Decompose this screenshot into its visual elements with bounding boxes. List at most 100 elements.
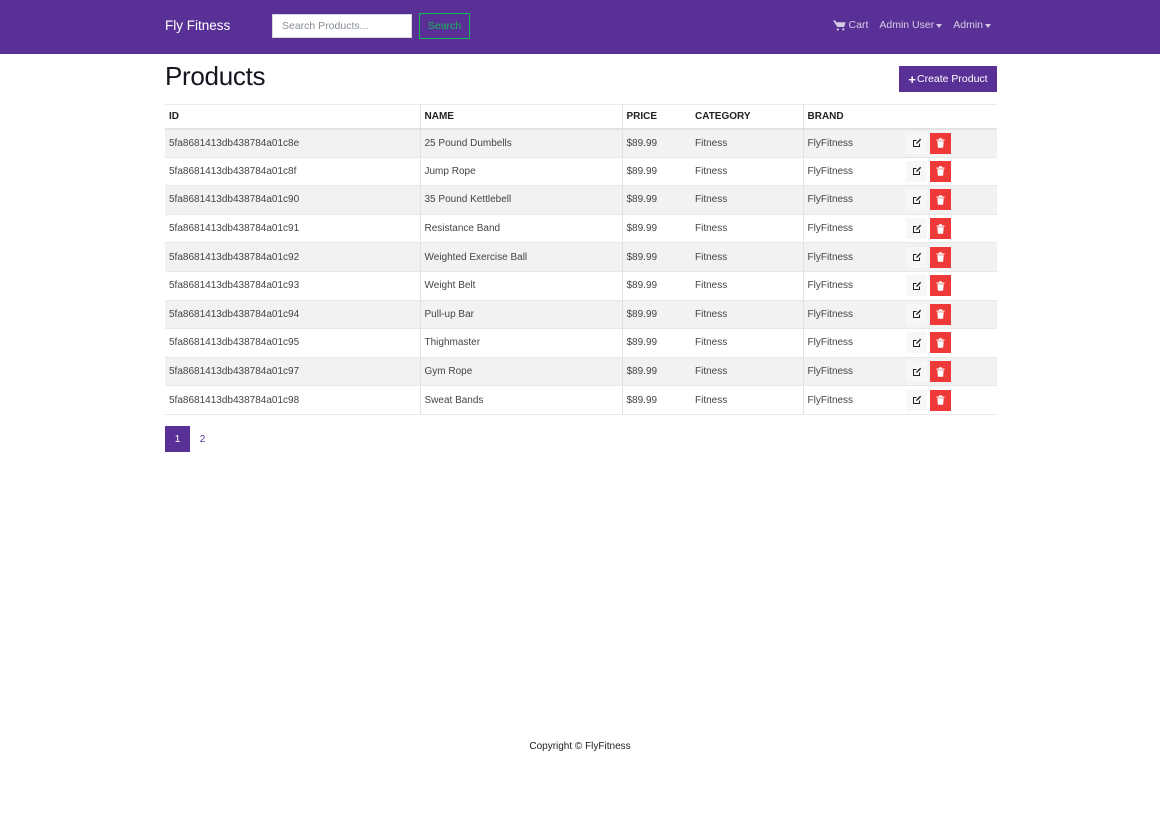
- edit-button[interactable]: [906, 246, 927, 268]
- delete-button[interactable]: [930, 132, 951, 154]
- delete-button[interactable]: [930, 361, 951, 383]
- user-dropdown-label: Admin User: [879, 19, 935, 31]
- cart-link[interactable]: Cart: [832, 19, 869, 31]
- cell-actions: [899, 242, 997, 272]
- edit-icon: [912, 281, 921, 290]
- cell-category: Fitness: [691, 385, 803, 415]
- row-actions: [903, 132, 993, 154]
- cell-name: Jump Rope: [419, 156, 622, 186]
- trash-icon: [936, 338, 945, 348]
- trash-icon: [936, 166, 945, 177]
- table-header-row: ID NAME PRICE CATEGORY BRAND: [165, 104, 997, 130]
- cell-category: Fitness: [691, 299, 803, 329]
- cell-actions: [899, 328, 997, 358]
- cell-name: Thighmaster: [419, 328, 622, 358]
- trash-icon: [936, 252, 945, 262]
- row-actions: [903, 361, 993, 383]
- edit-button[interactable]: [906, 218, 927, 240]
- page-link-1[interactable]: 1: [165, 426, 190, 452]
- nav-links: Cart Admin User Admin: [832, 19, 991, 31]
- cell-name: Sweat Bands: [419, 385, 622, 415]
- cell-brand: FlyFitness: [802, 128, 899, 158]
- cell-actions: [899, 185, 997, 215]
- cell-brand: FlyFitness: [802, 156, 899, 186]
- delete-button[interactable]: [930, 160, 951, 182]
- table-row: 5fa8681413db438784a01c90 35 Pound Kettle…: [165, 185, 997, 215]
- cell-brand: FlyFitness: [802, 242, 899, 272]
- edit-button[interactable]: [906, 132, 927, 154]
- cell-id: 5fa8681413db438784a01c97: [165, 356, 420, 386]
- edit-icon: [912, 338, 921, 347]
- cell-actions: [899, 299, 997, 329]
- delete-button[interactable]: [930, 275, 951, 297]
- edit-icon: [912, 310, 921, 319]
- column-header-price: PRICE: [621, 104, 691, 130]
- cell-id: 5fa8681413db438784a01c91: [165, 213, 420, 243]
- edit-button[interactable]: [906, 332, 927, 354]
- cell-actions: [899, 385, 997, 415]
- column-header-brand: BRAND: [802, 104, 899, 130]
- edit-button[interactable]: [906, 303, 927, 325]
- trash-icon: [936, 138, 945, 148]
- delete-button[interactable]: [930, 246, 951, 268]
- cell-price: $89.99: [621, 156, 691, 186]
- delete-button[interactable]: [930, 189, 951, 211]
- cell-actions: [899, 213, 997, 243]
- table-row: 5fa8681413db438784a01c8f Jump Rope $89.9…: [165, 156, 997, 186]
- shopping-cart-icon: [832, 20, 846, 30]
- edit-button[interactable]: [906, 275, 927, 297]
- admin-dropdown[interactable]: Admin: [953, 19, 991, 31]
- table-row: 5fa8681413db438784a01c94 Pull-up Bar $89…: [165, 299, 997, 329]
- edit-icon: [912, 252, 921, 262]
- page-link-2[interactable]: 2: [190, 426, 215, 452]
- cell-price: $89.99: [621, 242, 691, 272]
- cell-brand: FlyFitness: [802, 299, 899, 329]
- column-header-id: ID: [165, 104, 420, 130]
- row-actions: [903, 246, 993, 268]
- cell-category: Fitness: [691, 356, 803, 386]
- edit-button[interactable]: [906, 189, 927, 211]
- row-actions: [903, 389, 993, 411]
- user-dropdown[interactable]: Admin User: [879, 19, 943, 31]
- edit-button[interactable]: [906, 389, 927, 411]
- delete-button[interactable]: [930, 332, 951, 354]
- cell-actions: [899, 156, 997, 186]
- cell-name: Weighted Exercise Ball: [419, 242, 622, 272]
- page-title: Products: [165, 61, 266, 91]
- edit-icon: [912, 167, 921, 176]
- caret-down-icon: [936, 23, 943, 28]
- cell-id: 5fa8681413db438784a01c92: [165, 242, 420, 272]
- trash-icon: [936, 395, 945, 405]
- table-row: 5fa8681413db438784a01c92 Weighted Exerci…: [165, 242, 997, 272]
- row-actions: [903, 218, 993, 240]
- cart-label: Cart: [848, 19, 869, 31]
- delete-button[interactable]: [930, 389, 951, 411]
- cell-id: 5fa8681413db438784a01c8e: [165, 128, 420, 158]
- brand-link[interactable]: Fly Fitness: [165, 18, 230, 33]
- delete-button[interactable]: [930, 303, 951, 325]
- trash-icon: [936, 309, 945, 320]
- delete-button[interactable]: [930, 218, 951, 240]
- cell-price: $89.99: [621, 213, 691, 243]
- row-actions: [903, 275, 993, 297]
- edit-icon: [912, 224, 921, 233]
- create-product-label: Create Product: [916, 73, 988, 85]
- edit-button[interactable]: [906, 361, 927, 383]
- row-actions: [903, 303, 993, 325]
- table-row: 5fa8681413db438784a01c97 Gym Rope $89.99…: [165, 356, 997, 386]
- search-button[interactable]: Search: [419, 13, 470, 39]
- cell-name: Pull-up Bar: [419, 299, 622, 329]
- cell-brand: FlyFitness: [802, 328, 899, 358]
- table-row: 5fa8681413db438784a01c93 Weight Belt $89…: [165, 270, 997, 301]
- trash-icon: [936, 366, 945, 377]
- trash-icon: [936, 223, 945, 234]
- cell-price: $89.99: [621, 328, 691, 358]
- cell-actions: [899, 270, 997, 301]
- edit-button[interactable]: [906, 160, 927, 182]
- create-product-button[interactable]: + Create Product: [899, 66, 997, 92]
- cell-brand: FlyFitness: [802, 185, 899, 215]
- cell-category: Fitness: [691, 128, 803, 158]
- products-table: ID NAME PRICE CATEGORY BRAND 5fa8681413d…: [165, 104, 997, 415]
- table-row: 5fa8681413db438784a01c98 Sweat Bands $89…: [165, 385, 997, 415]
- search-input[interactable]: [272, 14, 412, 38]
